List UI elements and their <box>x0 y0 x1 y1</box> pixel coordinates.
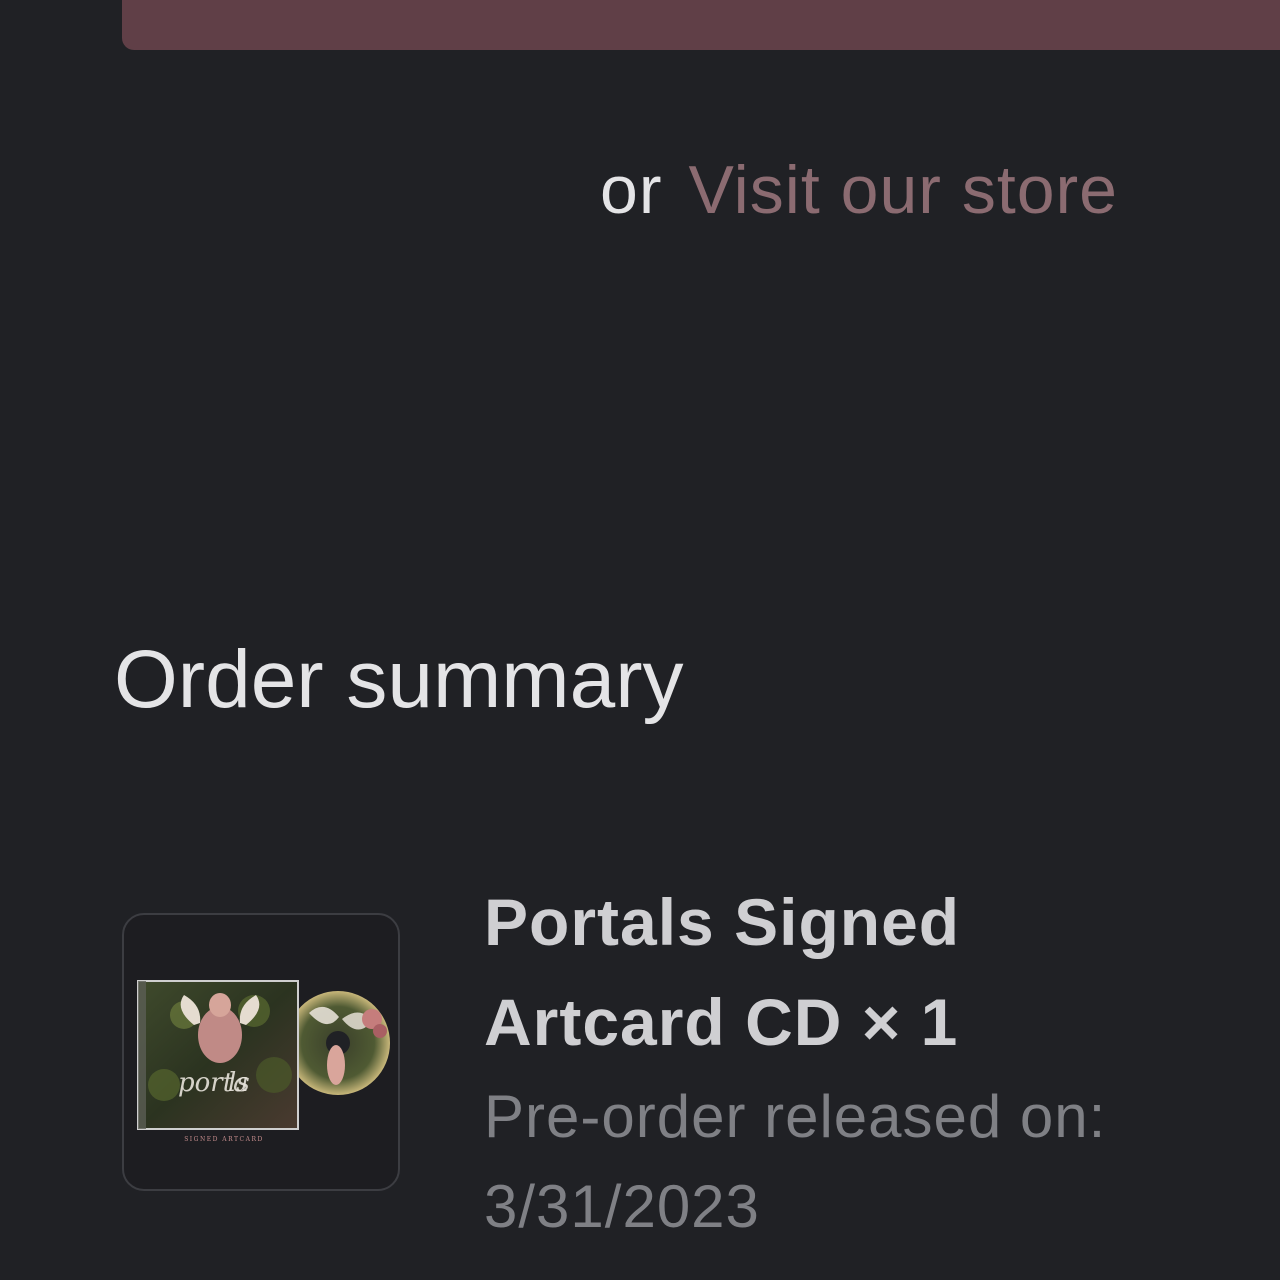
item-title-line-2: Artcard CD × 1 <box>484 985 959 1059</box>
order-summary-heading: Order summary <box>114 634 684 725</box>
cd-case: porta ls <box>137 980 299 1130</box>
store-link-row: or Visit our store <box>0 150 1118 230</box>
cd-disc <box>286 991 390 1095</box>
primary-action-button[interactable] <box>122 0 1280 50</box>
svg-text:ls: ls <box>228 1068 250 1098</box>
visit-store-link[interactable]: Visit our store <box>689 152 1118 228</box>
preorder-note: Pre-order released on: 3/31/2023 <box>484 1072 1224 1252</box>
release-date: 3/31/2023 <box>484 1173 760 1240</box>
cd-product-image: porta ls SIGNED ARTCARD <box>137 980 390 1143</box>
or-text: or <box>600 152 663 228</box>
product-thumbnail: porta ls SIGNED ARTCARD <box>122 913 400 1191</box>
item-title-line-1: Portals Signed <box>484 885 961 959</box>
order-confirmation-page: or Visit our store Order summary porta l… <box>0 0 1280 1280</box>
signed-artcard-label: SIGNED ARTCARD <box>184 1136 264 1143</box>
item-title: Portals Signed Artcard CD × 1 <box>484 872 1104 1072</box>
preorder-label: Pre-order released on: <box>484 1083 1107 1150</box>
